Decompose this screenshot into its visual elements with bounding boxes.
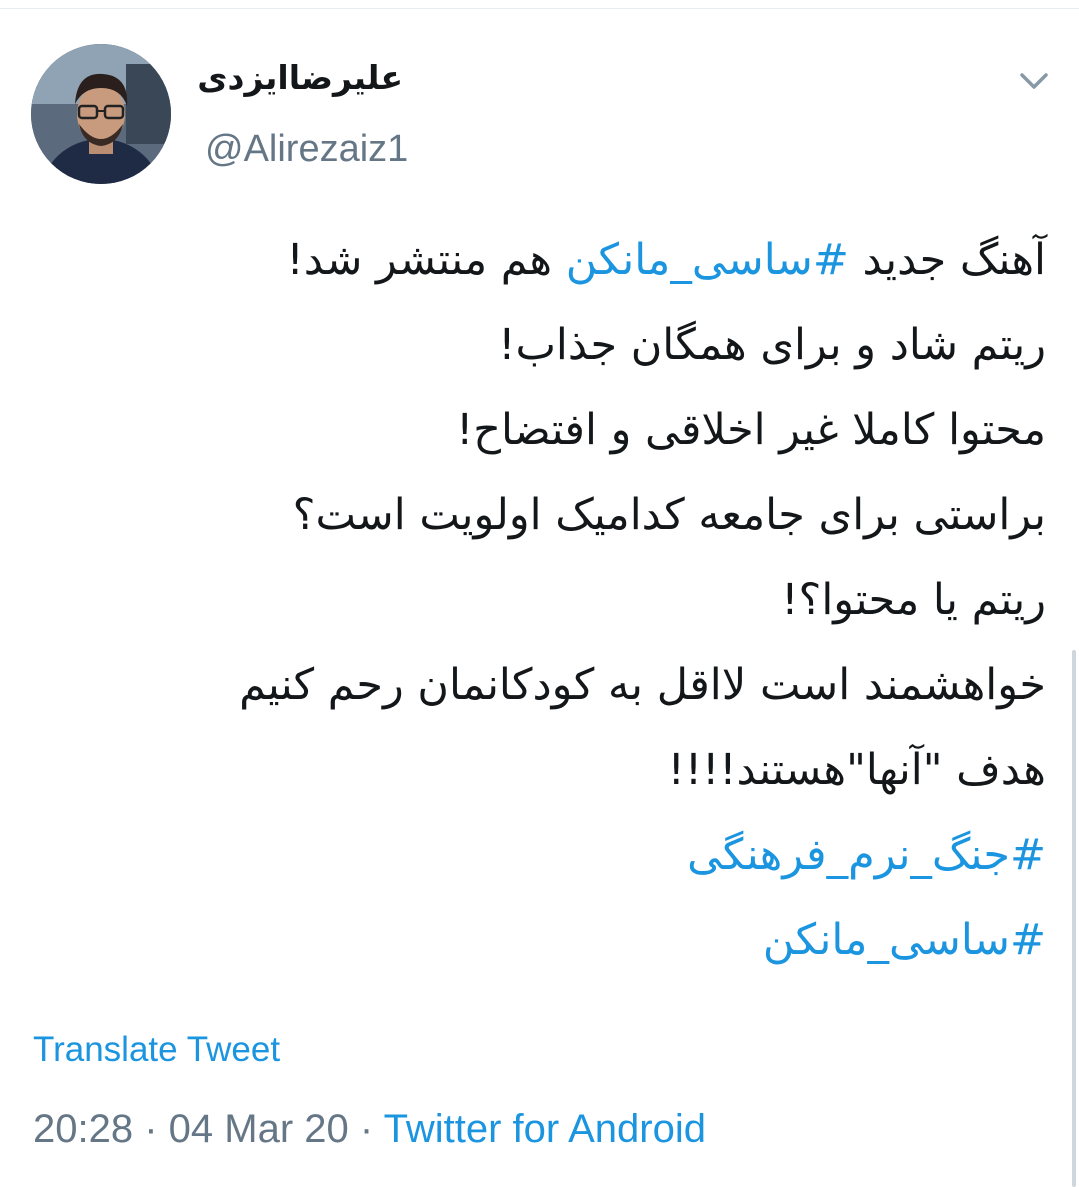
tweet-line: محتوا کاملا غیر اخلاقی و افتضاح! — [456, 405, 1046, 455]
display-name[interactable]: علیرضاایزدی — [197, 58, 403, 97]
tweet-date: 04 Mar 20 — [168, 1107, 349, 1151]
hashtag-link[interactable]: #ساسی_مانکن — [36, 898, 1046, 983]
translate-tweet-link[interactable]: Translate Tweet — [33, 1030, 280, 1070]
tweet-time: 20:28 — [33, 1107, 134, 1151]
avatar[interactable] — [31, 44, 171, 184]
top-divider — [0, 8, 1079, 9]
chevron-down-icon[interactable] — [1014, 66, 1054, 96]
tweet-line: ریتم شاد و برای همگان جذاب! — [498, 320, 1046, 370]
tweet-line: هدف "آنها"هستند!!!! — [667, 745, 1046, 795]
tweet-line: براستی برای جامعه کدامیک اولویت است؟ — [292, 490, 1046, 540]
tweet-line: خواهشمند است لااقل به کودکانمان رحم کنیم — [239, 660, 1046, 710]
tweet-meta: 20:28 · 04 Mar 20 · Twitter for Android — [33, 1107, 706, 1152]
tweet-text: آهنگ جدید #ساسی_مانکن هم منتشر شد! ریتم … — [36, 218, 1046, 983]
meta-separator: · — [348, 1107, 384, 1151]
tweet-line: ریتم یا محتوا؟! — [781, 575, 1046, 625]
user-handle[interactable]: @Alirezaiz1 — [205, 128, 408, 171]
scrollbar[interactable] — [1072, 650, 1076, 1187]
tweet-line: آهنگ جدید #ساسی_مانکن هم منتشر شد! — [286, 235, 1046, 285]
tweet-source-link[interactable]: Twitter for Android — [384, 1107, 706, 1151]
hashtag-link[interactable]: #ساسی_مانکن — [566, 235, 849, 285]
meta-separator: · — [133, 1107, 169, 1151]
hashtag-link[interactable]: #جنگ_نرم_فرهنگی — [36, 813, 1046, 898]
